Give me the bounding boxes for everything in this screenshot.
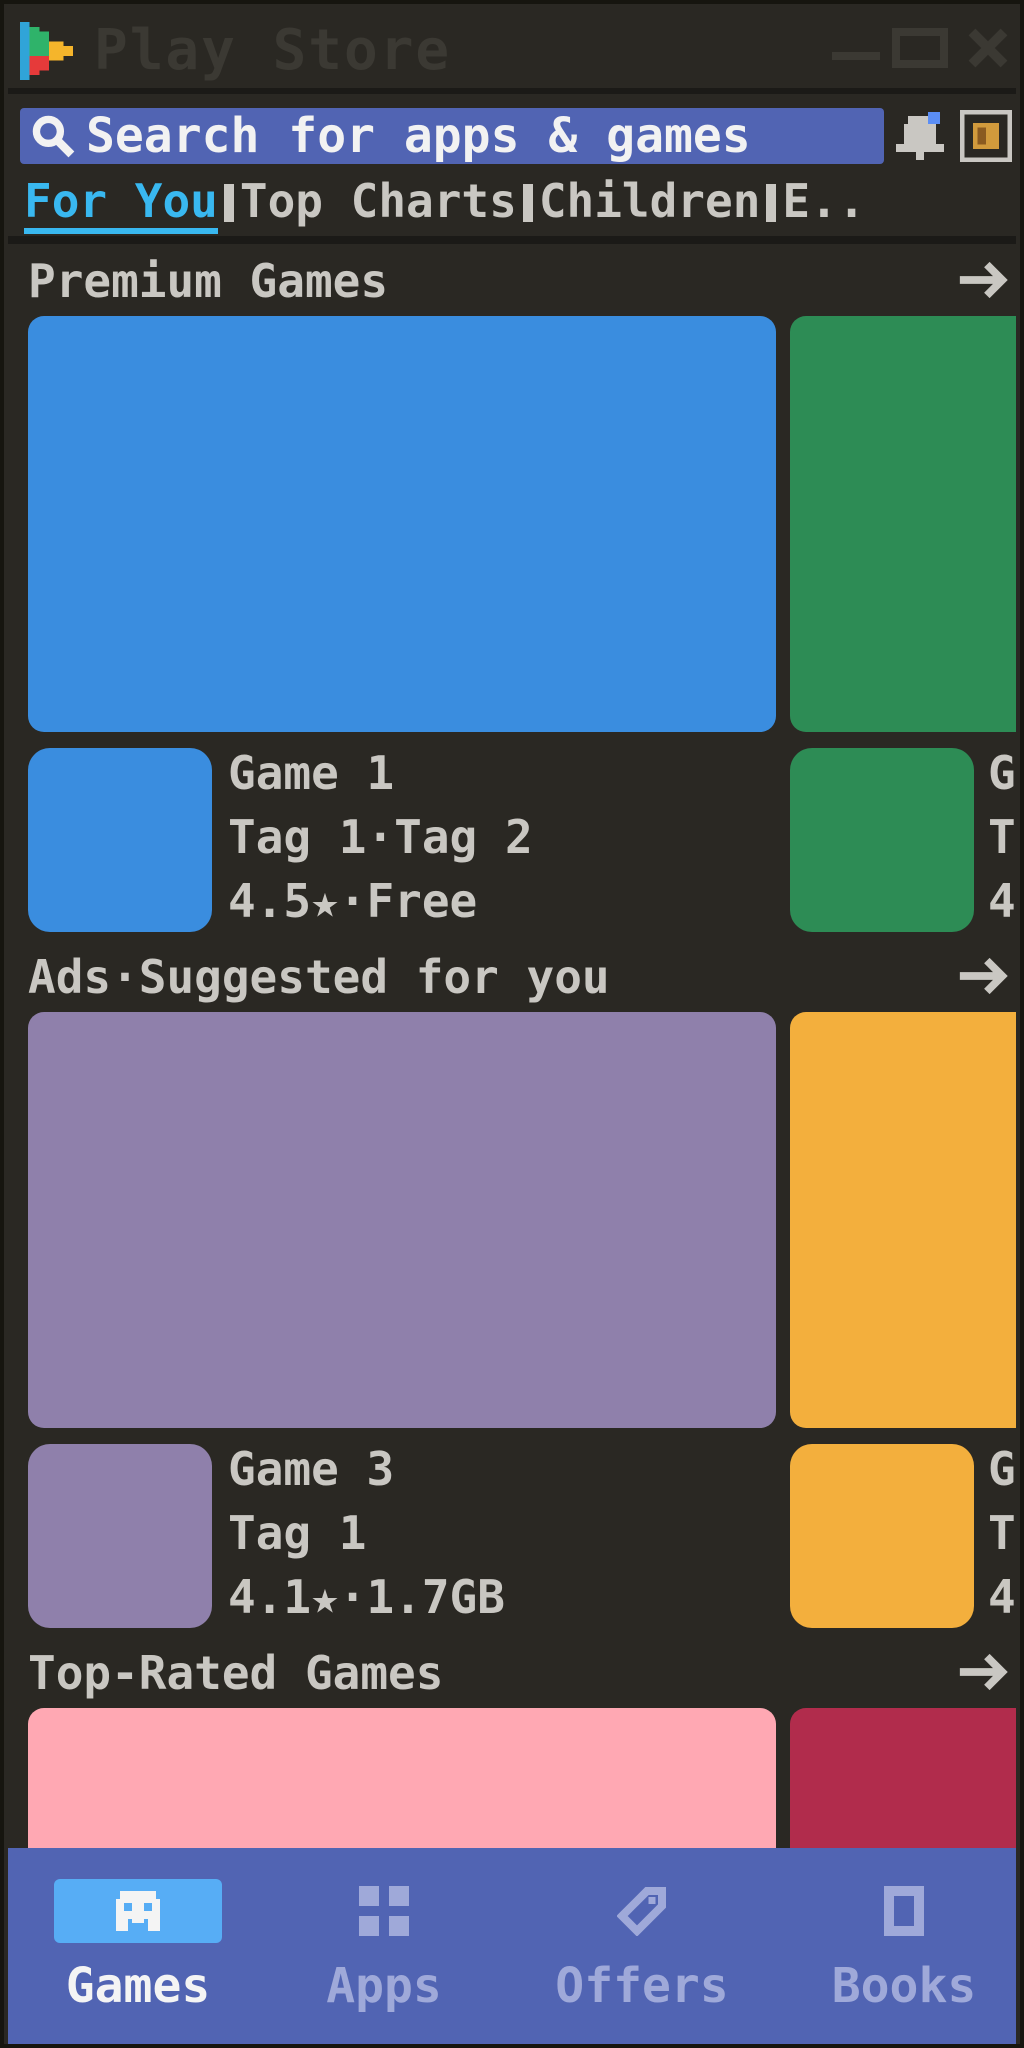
- game-tags: Tag 1·Tag 2: [228, 810, 533, 864]
- tab-more[interactable]: E..: [782, 172, 865, 228]
- tab-top-charts[interactable]: Top Charts: [240, 172, 517, 228]
- maximize-icon[interactable]: [892, 28, 948, 68]
- game-thumbnail[interactable]: [28, 1444, 212, 1628]
- game-thumbnail[interactable]: [28, 748, 212, 932]
- peek-text: T: [988, 1506, 1016, 1560]
- nav-active-indicator: [54, 1879, 222, 1943]
- search-icon: [32, 115, 75, 158]
- game-thumbnail-peek[interactable]: [790, 748, 974, 932]
- peek-text: 4: [988, 1570, 1016, 1624]
- peek-text: 4: [988, 874, 1016, 928]
- bottom-navigation: Games Apps Offers Books: [8, 1848, 1016, 2044]
- peek-text: G: [988, 746, 1016, 800]
- app-window: Play Store Search for apps & games For Y…: [0, 0, 1024, 2048]
- section-title: Top-Rated Games: [28, 1646, 444, 1700]
- arrow-right-icon[interactable]: [956, 260, 1010, 300]
- tab-for-you[interactable]: For You: [24, 172, 218, 234]
- nav-label: Games: [65, 1958, 211, 2014]
- section-title: Premium Games: [28, 254, 389, 308]
- nav-books[interactable]: Books: [804, 1878, 1004, 2028]
- nav-label: Offers: [555, 1958, 729, 2014]
- tab-children[interactable]: Children: [539, 172, 761, 228]
- tag-icon: [617, 1887, 666, 1936]
- nav-label: Books: [831, 1958, 977, 2014]
- top-rated-banner[interactable]: [28, 1708, 776, 1848]
- nav-offers[interactable]: Offers: [542, 1878, 742, 2028]
- title-bar: Play Store: [8, 8, 1016, 88]
- bell-icon[interactable]: [892, 108, 948, 164]
- content-feed: Premium Games Game 1 Tag 1·Tag 2 4.5★·Fr…: [8, 244, 1016, 1848]
- gamepad-icon: [116, 1891, 160, 1931]
- game-name[interactable]: Game 3: [228, 1442, 394, 1496]
- apps-grid-icon: [359, 1886, 409, 1936]
- arrow-right-icon[interactable]: [956, 1652, 1010, 1692]
- book-icon: [884, 1886, 924, 1936]
- featured-banner[interactable]: [28, 316, 776, 732]
- game-meta: 4.1★·1.7GB: [228, 1570, 505, 1624]
- category-tabs: For You Top Charts Children E..: [24, 172, 1014, 238]
- tab-separator: [223, 184, 234, 222]
- game-thumbnail-peek[interactable]: [790, 1444, 974, 1628]
- window-title: Play Store: [94, 18, 452, 83]
- ad-banner[interactable]: [28, 1012, 776, 1428]
- peek-text: G: [988, 1442, 1016, 1496]
- section-title: Ads·Suggested for you: [28, 950, 610, 1004]
- search-placeholder: Search for apps & games: [86, 108, 751, 164]
- nav-games[interactable]: Games: [38, 1878, 238, 2028]
- nav-apps[interactable]: Apps: [284, 1878, 484, 2028]
- title-divider: [8, 88, 1016, 94]
- avatar-icon[interactable]: [960, 110, 1012, 162]
- header-divider: [8, 236, 1016, 244]
- game-tags: Tag 1: [228, 1506, 367, 1560]
- minimize-icon[interactable]: [828, 28, 884, 68]
- tab-separator: [522, 184, 533, 222]
- peek-text: T: [988, 810, 1016, 864]
- play-store-logo-icon: [20, 22, 74, 80]
- featured-banner-peek[interactable]: [790, 316, 1016, 732]
- game-meta: 4.5★·Free: [228, 874, 478, 928]
- ad-banner-peek[interactable]: [790, 1012, 1016, 1428]
- top-rated-banner-peek[interactable]: [790, 1708, 1016, 1848]
- tab-separator: [766, 184, 777, 222]
- search-bar[interactable]: Search for apps & games: [20, 108, 884, 164]
- close-icon[interactable]: [960, 28, 1016, 68]
- nav-label: Apps: [326, 1958, 442, 2014]
- arrow-right-icon[interactable]: [956, 956, 1010, 996]
- game-name[interactable]: Game 1: [228, 746, 394, 800]
